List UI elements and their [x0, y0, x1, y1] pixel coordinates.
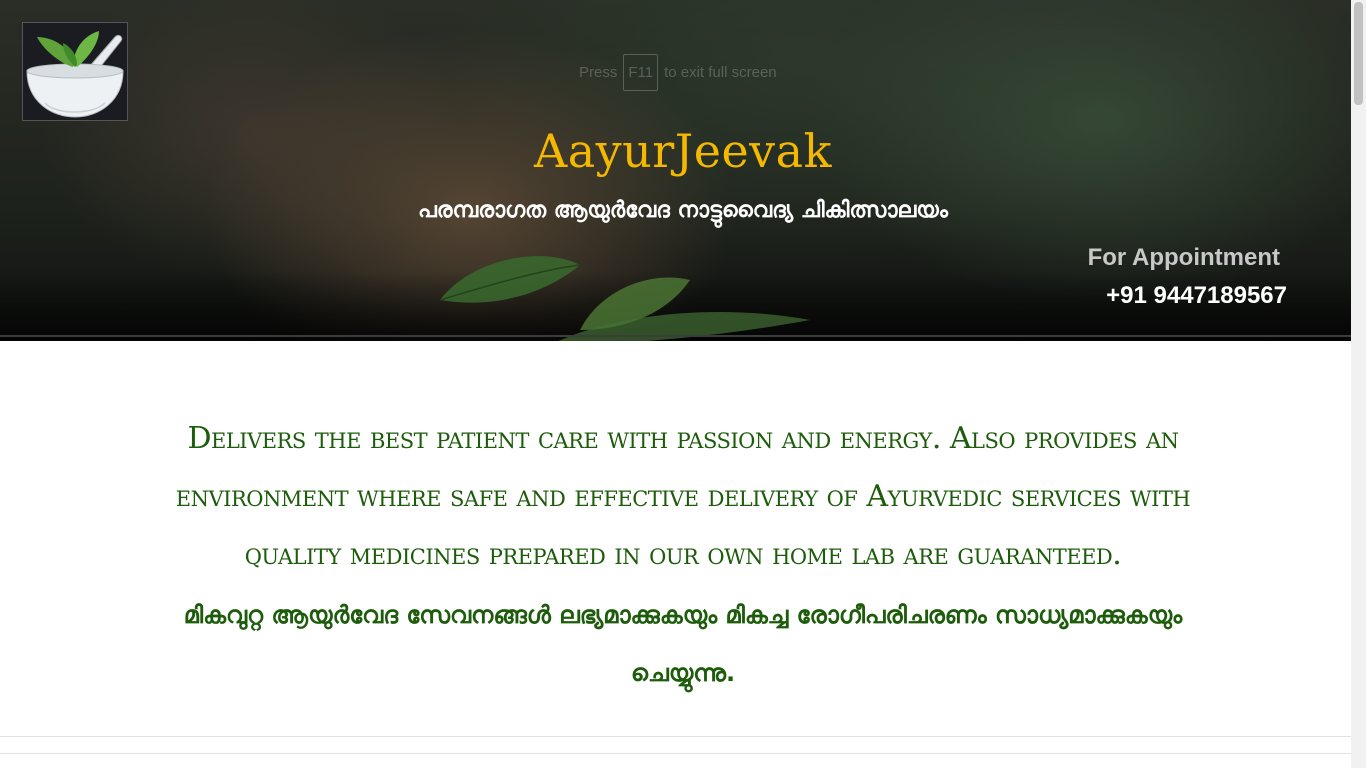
section-divider-secondary [0, 753, 1351, 754]
mission-statement-english: Delivers the best patient care with pass… [175, 421, 1191, 572]
appointment-phone-link[interactable]: +91 9447189567 [1106, 282, 1287, 310]
malayalam-tagline: പരമ്പരാഗത ആയുർവേദ നാട്ടുവൈദ്യ ചികിത്സാലയ… [417, 198, 948, 223]
fullscreen-hint-prefix: Press [579, 63, 618, 81]
brand-title[interactable]: AayurJeevak [0, 124, 1366, 178]
scrollbar-thumb[interactable] [1354, 2, 1363, 105]
site-logo[interactable] [22, 22, 128, 121]
page-scrollbar[interactable] [1351, 0, 1366, 768]
f11-key-badge: F11 [623, 53, 659, 91]
mortar-pestle-leaves-icon [26, 31, 124, 118]
mission-statement-malayalam: മികവുറ്റ ആയുർവേദ സേവനങ്ങൾ ലഭ്യമാക്കുകയും… [183, 601, 1183, 687]
fullscreen-hint-suffix: to exit full screen [664, 63, 777, 81]
fullscreen-exit-hint: Press F11 to exit full screen [579, 53, 777, 91]
hero-bottom-line [0, 335, 1351, 337]
section-divider [0, 736, 1351, 737]
appointment-label: For Appointment [1087, 244, 1280, 271]
leaf-decoration-icon [439, 256, 810, 341]
